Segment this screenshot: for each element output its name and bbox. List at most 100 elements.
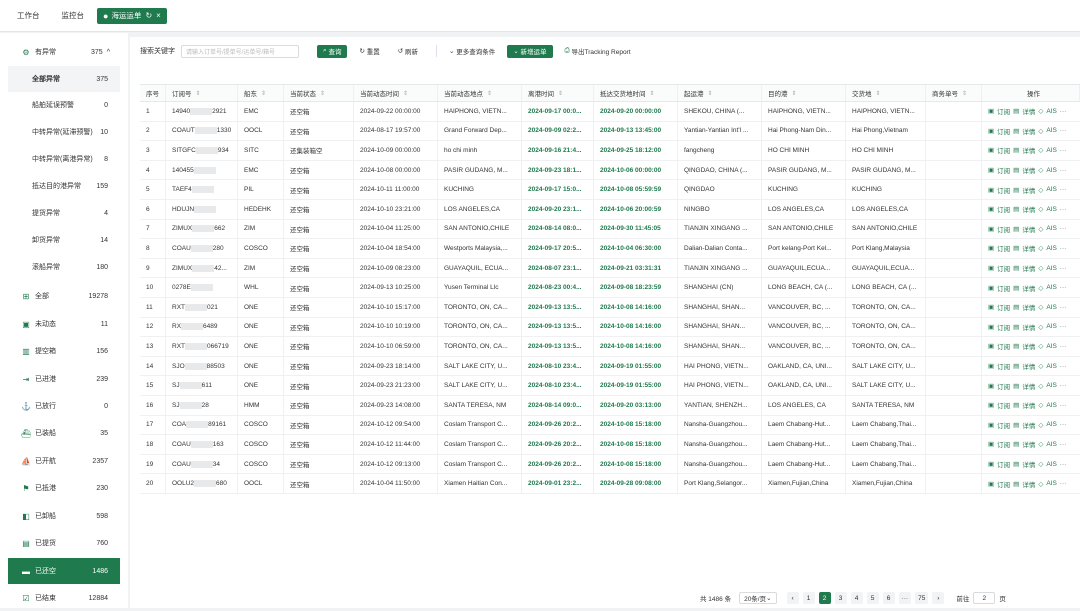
more-actions[interactable]: ··· — [1060, 206, 1067, 213]
subscribe-link[interactable]: 订阅 — [997, 243, 1010, 253]
more-filters-button[interactable]: ⌄ 更多查询条件 — [443, 45, 501, 58]
refresh-button[interactable]: ↺ 刷新 — [392, 45, 424, 58]
more-actions[interactable]: ··· — [1060, 343, 1067, 350]
sidebar-item-20[interactable]: ☑ 已结束 12884 — [8, 585, 120, 611]
page-2[interactable]: 2 — [818, 592, 831, 604]
page-5[interactable]: 5 — [866, 592, 879, 604]
subscribe-link[interactable]: 订阅 — [997, 204, 1010, 214]
sort-icon[interactable]: ⇕ — [261, 90, 266, 97]
sort-icon[interactable]: ⇕ — [962, 90, 967, 97]
tracking-number[interactable]: COA 89161 — [166, 415, 238, 435]
sidebar-item-8[interactable]: 滚船异常 180 — [8, 254, 120, 280]
tracking-number[interactable]: 140455 — [166, 160, 238, 180]
sidebar-item-17[interactable]: ◧ 已卸船 598 — [8, 503, 120, 529]
subscribe-link[interactable]: 订阅 — [997, 126, 1010, 136]
ais-link[interactable]: AIS — [1046, 206, 1056, 213]
tracking-number[interactable]: COAU 280 — [166, 239, 238, 258]
ais-link[interactable]: AIS — [1046, 245, 1056, 252]
page-4[interactable]: 4 — [850, 592, 863, 604]
more-actions[interactable]: ··· — [1060, 127, 1067, 134]
tab-2[interactable]: ● 海运运单 ↻ × — [97, 7, 167, 24]
detail-link[interactable]: 详情 — [1022, 283, 1035, 293]
ais-link[interactable]: AIS — [1046, 304, 1056, 311]
more-actions[interactable]: ··· — [1060, 363, 1067, 370]
ais-link[interactable]: AIS — [1046, 461, 1056, 468]
goto-input[interactable]: 2 — [973, 592, 996, 604]
detail-link[interactable]: 详情 — [1022, 263, 1035, 273]
tracking-number[interactable]: RX 6489 — [166, 317, 238, 337]
page-1[interactable]: 1 — [802, 592, 815, 604]
more-actions[interactable]: ··· — [1060, 186, 1067, 193]
subscribe-link[interactable]: 订阅 — [997, 224, 1010, 234]
ais-link[interactable]: AIS — [1046, 343, 1056, 350]
tracking-number[interactable]: SITGFC 934 — [166, 141, 238, 160]
more-actions[interactable]: ··· — [1060, 421, 1067, 428]
ais-link[interactable]: AIS — [1046, 108, 1056, 115]
tab-0[interactable]: 工作台 — [8, 8, 49, 24]
detail-link[interactable]: 详情 — [1022, 204, 1035, 214]
sidebar-item-11[interactable]: ▥ 提空箱 156 — [8, 338, 120, 364]
sort-icon[interactable]: ⇕ — [320, 90, 325, 97]
detail-link[interactable]: 详情 — [1022, 302, 1035, 312]
detail-link[interactable]: 详情 — [1022, 224, 1035, 234]
prev-page-button[interactable]: ‹ — [786, 592, 799, 604]
ais-link[interactable]: AIS — [1046, 382, 1056, 389]
page-3[interactable]: 3 — [834, 592, 847, 604]
more-actions[interactable]: ··· — [1060, 304, 1067, 311]
detail-link[interactable]: 详情 — [1022, 165, 1035, 175]
tracking-number[interactable]: SJO 88503 — [166, 356, 238, 376]
subscribe-link[interactable]: 订阅 — [997, 361, 1010, 371]
detail-link[interactable]: 详情 — [1022, 361, 1035, 371]
detail-link[interactable]: 详情 — [1022, 243, 1035, 253]
more-actions[interactable]: ··· — [1060, 167, 1067, 174]
page-6[interactable]: 6 — [882, 592, 895, 604]
sort-icon[interactable]: ⇕ — [876, 90, 881, 97]
sidebar-item-4[interactable]: 中转异常(离港异常) 8 — [8, 146, 120, 172]
tracking-number[interactable]: HDUJN — [166, 200, 238, 219]
subscribe-link[interactable]: 订阅 — [997, 263, 1010, 273]
subscribe-link[interactable]: 订阅 — [997, 322, 1010, 332]
sidebar-item-18[interactable]: ▤ 已提货 760 — [8, 530, 120, 556]
next-page-button[interactable]: › — [932, 592, 945, 604]
subscribe-link[interactable]: 订阅 — [997, 400, 1010, 410]
tracking-number[interactable]: RXT 066719 — [166, 337, 238, 356]
detail-link[interactable]: 详情 — [1022, 185, 1035, 195]
sort-icon[interactable]: ⇕ — [403, 90, 408, 97]
subscribe-link[interactable]: 订阅 — [997, 185, 1010, 195]
subscribe-link[interactable]: 订阅 — [997, 420, 1010, 430]
subscribe-link[interactable]: 订阅 — [997, 165, 1010, 175]
ais-link[interactable]: AIS — [1046, 147, 1056, 154]
detail-link[interactable]: 详情 — [1022, 106, 1035, 116]
tracking-number[interactable]: COAUT 1330 — [166, 121, 238, 141]
sidebar-item-19[interactable]: ▬ 已还空 1486 — [8, 558, 120, 584]
sort-icon[interactable]: ⇕ — [558, 90, 563, 97]
detail-link[interactable]: 详情 — [1022, 381, 1035, 391]
subscribe-link[interactable]: 订阅 — [997, 479, 1010, 489]
more-actions[interactable]: ··· — [1060, 108, 1067, 115]
sidebar-item-6[interactable]: 提货异常 4 — [8, 200, 120, 226]
page-···[interactable]: ··· — [898, 592, 912, 604]
sidebar-item-5[interactable]: 抵达目的港异常 159 — [8, 173, 120, 199]
subscribe-link[interactable]: 订阅 — [997, 341, 1010, 351]
tracking-number[interactable]: TAEF4 — [166, 180, 238, 199]
sort-icon[interactable]: ⇕ — [792, 90, 797, 97]
tracking-number[interactable]: SJ 611 — [166, 376, 238, 395]
more-actions[interactable]: ··· — [1060, 382, 1067, 389]
detail-link[interactable]: 详情 — [1022, 400, 1035, 410]
tab-1[interactable]: 监控台 — [53, 8, 94, 24]
sidebar-item-1[interactable]: 全部异常 375 — [8, 66, 120, 92]
ais-link[interactable]: AIS — [1046, 186, 1056, 193]
close-icon[interactable]: × — [156, 8, 161, 24]
detail-link[interactable]: 详情 — [1022, 145, 1035, 155]
more-actions[interactable]: ··· — [1060, 147, 1067, 154]
subscribe-link[interactable]: 订阅 — [997, 145, 1010, 155]
new-waybill-button[interactable]: ⌄ 新增运单 — [507, 44, 553, 58]
chevron-up-icon[interactable]: ^ — [107, 49, 110, 56]
more-actions[interactable]: ··· — [1060, 323, 1067, 330]
detail-link[interactable]: 详情 — [1022, 479, 1035, 489]
more-actions[interactable]: ··· — [1060, 461, 1067, 468]
ais-link[interactable]: AIS — [1046, 480, 1056, 487]
tracking-number[interactable]: SJ 28 — [166, 396, 238, 415]
ais-link[interactable]: AIS — [1046, 421, 1056, 428]
subscribe-link[interactable]: 订阅 — [997, 381, 1010, 391]
